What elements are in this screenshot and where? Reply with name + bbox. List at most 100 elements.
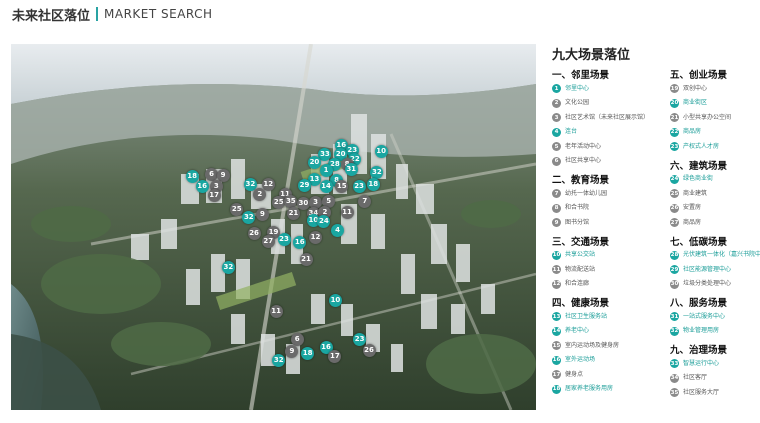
legend-item: 3 社区艺术馆（未来社区展示馆）	[552, 112, 654, 125]
legend-item: 10 共享公交站	[552, 250, 654, 263]
legend-item-number: 15	[552, 341, 561, 350]
legend-item-label: 健身点	[565, 370, 584, 378]
legend-item-number: 12	[552, 279, 561, 289]
legend-item-number: 31	[670, 312, 679, 321]
map-marker[interactable]: 32	[221, 260, 235, 274]
legend-section-heading: 三、交通场景	[552, 236, 610, 248]
legend-item: 26 安置房	[670, 203, 760, 216]
map-marker[interactable]: 25	[272, 195, 286, 209]
legend-item: 18 居家养老服务用房	[552, 384, 654, 397]
legend-item: 5 老年活动中心	[552, 141, 654, 154]
legend-item-label: 社区服务大厅	[683, 388, 720, 396]
legend-item-label: 图书分馆	[565, 218, 590, 226]
map-marker[interactable]: 11	[269, 304, 283, 318]
legend-item: 13 社区卫生服务站	[552, 311, 654, 324]
legend-item-label: 社区共享中心	[565, 157, 602, 164]
map-marker[interactable]: 21	[286, 206, 300, 220]
legend-item-number: 33	[670, 359, 679, 368]
legend-item: 32 物业管理用房	[670, 326, 760, 339]
legend-item-number: 34	[670, 373, 679, 383]
legend-item-label: 商品房	[683, 128, 702, 135]
map-marker[interactable]: 21	[299, 252, 313, 266]
legend-item: 27 商品房	[670, 217, 760, 230]
legend-item-label: 室内运动场及健身房	[565, 341, 620, 349]
map-marker[interactable]: 23	[352, 180, 366, 194]
legend-item-label: 连台	[565, 128, 578, 135]
map-marker[interactable]: 9	[255, 207, 269, 221]
page-header: 未来社区落位 MARKET SEARCH	[12, 5, 213, 24]
legend-item: 29 社区能源管理中心	[670, 264, 760, 277]
legend-item-number: 23	[670, 142, 679, 151]
legend-item: 16 室外运动场	[552, 355, 654, 368]
legend-section-heading: 四、健康场景	[552, 298, 610, 309]
legend-item: 22 商品房	[670, 127, 760, 140]
map-marker[interactable]: 18	[301, 346, 315, 360]
legend-section-heading: 七、低碳场景	[670, 236, 728, 248]
map-marker[interactable]: 16	[195, 180, 209, 194]
legend-item-number: 20	[670, 98, 679, 108]
map-marker[interactable]: 1	[319, 163, 333, 177]
legend-item-number: 21	[670, 113, 679, 122]
legend-section-heading: 八、服务场景	[670, 298, 728, 309]
legend-section: 八、服务场景 31 一站式服务中心 32 物业管理用房	[670, 297, 760, 344]
legend-item-number: 1	[552, 84, 561, 93]
legend-item-label: 和合连廊	[565, 280, 590, 287]
legend-item-label: 和合书院	[565, 204, 590, 211]
legend-item-number: 27	[670, 218, 679, 227]
map-marker[interactable]: 10	[328, 293, 342, 307]
legend-item-label: 光伏建筑一体化（嘉兴书院中心）	[683, 251, 760, 258]
map-marker[interactable]: 17	[207, 188, 221, 202]
map-marker[interactable]: 30	[296, 196, 310, 210]
legend-item: 8 和合书院	[552, 203, 654, 216]
legend-item-label: 老年活动中心	[565, 142, 602, 150]
legend-item-label: 物业管理用房	[683, 327, 720, 334]
legend-section: 九、治理场景 33 智慧运行中心 34 社区客厅 35 社区服务大厅	[670, 344, 760, 406]
map-marker[interactable]: 32	[370, 165, 384, 179]
legend-item-label: 室外运动场	[565, 356, 596, 363]
legend-item-label: 文化公园	[565, 99, 590, 106]
legend-section: 五、创业场景 19 双创中心 20 商业街区 21 小型共享办公空间 22 商品房 23 产权式人才…	[670, 69, 760, 160]
legend-section: 一、邻里场景 1 邻里中心 2 文化公园 3 社区艺术馆（未来社区展示馆） 4 连台 5 老年活动中…	[552, 69, 654, 174]
legend-item-label: 一站式服务中心	[683, 312, 726, 320]
legend-item-number: 26	[670, 203, 679, 213]
legend-item-label: 绿色商业街	[683, 175, 714, 182]
legend-item: 35 社区服务大厅	[670, 387, 760, 400]
legend-item-number: 24	[670, 174, 679, 184]
map-marker[interactable]: 23	[277, 233, 291, 247]
legend-item-label: 产权式人才房	[683, 142, 720, 150]
legend-item: 34 社区客厅	[670, 373, 760, 386]
legend-item-label: 社区卫生服务站	[565, 312, 608, 320]
legend-item-number: 6	[552, 156, 561, 166]
map-marker[interactable]: 26	[362, 344, 376, 358]
legend-column-right: 五、创业场景 19 双创中心 20 商业街区 21 小型共享办公空间 22 商品房 23 产权式人才…	[670, 69, 760, 406]
legend-item-label: 邻里中心	[565, 84, 590, 92]
aerial-map[interactable]: 1623103320222028813113832186916332122914…	[11, 44, 536, 410]
legend-title: 九大场景落位	[552, 48, 631, 63]
legend-item: 2 文化公园	[552, 98, 654, 111]
map-marker[interactable]: 14	[319, 179, 333, 193]
map-marker[interactable]: 32	[242, 210, 256, 224]
map-marker[interactable]: 31	[344, 162, 358, 176]
legend-item: 23 产权式人才房	[670, 141, 760, 154]
map-marker[interactable]: 29	[297, 178, 311, 192]
legend-item-number: 4	[552, 127, 561, 137]
legend-item-number: 32	[670, 326, 679, 336]
legend-item-label: 智慧运行中心	[683, 359, 720, 367]
map-marker[interactable]: 11	[340, 205, 354, 219]
legend-item: 7 幼托一体幼儿园	[552, 188, 654, 201]
legend-item-label: 居家养老服务用房	[565, 385, 614, 392]
legend-item: 1 邻里中心	[552, 83, 654, 96]
legend-item: 25 商业建筑	[670, 188, 760, 201]
legend-column-left: 一、邻里场景 1 邻里中心 2 文化公园 3 社区艺术馆（未来社区展示馆） 4 连台 5 老年活动中…	[552, 69, 654, 402]
legend-item-label: 社区能源管理中心	[683, 265, 732, 273]
legend-item-number: 10	[552, 250, 561, 260]
legend-item-label: 双创中心	[683, 84, 708, 92]
legend-item-number: 29	[670, 265, 679, 274]
map-marker[interactable]: 26	[247, 227, 261, 241]
legend-item-label: 社区艺术馆（未来社区展示馆）	[565, 113, 650, 121]
legend-item-label: 社区客厅	[683, 374, 708, 381]
legend-item-number: 14	[552, 326, 561, 336]
legend-item: 4 连台	[552, 127, 654, 140]
map-marker[interactable]: 27	[261, 235, 275, 249]
legend-item-number: 9	[552, 218, 561, 227]
